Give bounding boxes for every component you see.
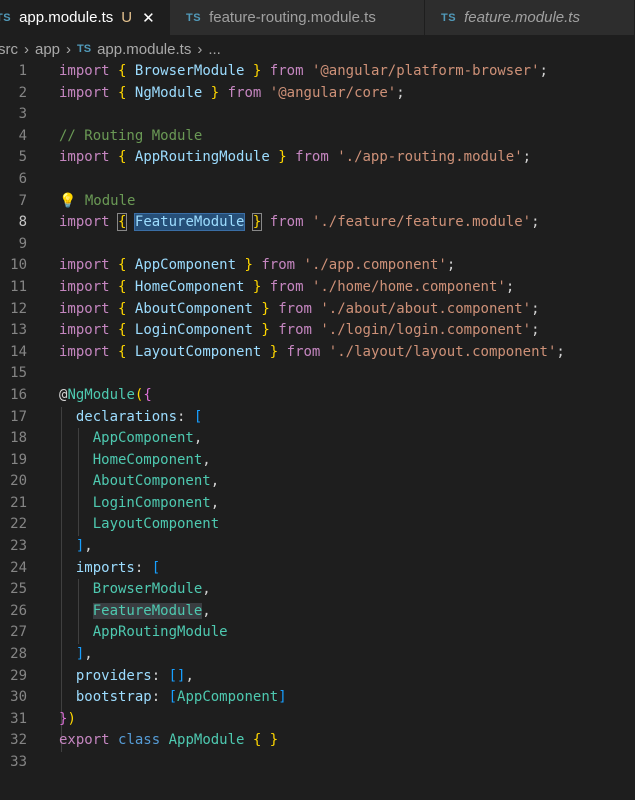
code-line: 4 // Routing Module xyxy=(0,126,635,148)
tab-label: feature.module.ts xyxy=(464,9,580,26)
code-line: 27 AppRoutingModule xyxy=(0,622,635,644)
code-line: 21 LoginComponent, xyxy=(0,493,635,515)
code-line: 23 ], xyxy=(0,536,635,558)
code-line: 15 xyxy=(0,363,635,385)
chevron-right-icon: › xyxy=(66,40,72,58)
line-number: 5 xyxy=(18,149,27,166)
code-line: 16 @NgModule({ xyxy=(0,385,635,407)
tab-feature-module[interactable]: TS feature.module.ts xyxy=(425,0,635,35)
breadcrumb-item-app[interactable]: app xyxy=(35,41,60,58)
line-number: 27 xyxy=(10,624,27,641)
line-number: 30 xyxy=(10,689,27,706)
word-highlight: FeatureModule xyxy=(92,602,203,619)
selected-word: FeatureModule xyxy=(133,213,246,232)
code-line: 6 xyxy=(0,169,635,191)
line-number: 12 xyxy=(10,300,27,317)
code-line: 10 import { AppComponent } from './app.co… xyxy=(0,255,635,277)
line-number: 24 xyxy=(10,559,27,576)
line-number: 15 xyxy=(10,365,27,382)
typescript-file-icon: TS xyxy=(0,11,12,24)
line-number: 26 xyxy=(10,602,27,619)
tab-feature-routing-module[interactable]: TS feature-routing.module.ts xyxy=(170,0,425,35)
chevron-right-icon: › xyxy=(24,40,29,58)
line-number: 21 xyxy=(10,494,27,511)
line-number: 22 xyxy=(10,516,27,533)
typescript-file-icon: TS xyxy=(77,43,92,55)
line-number: 29 xyxy=(10,667,27,684)
line-number: 2 xyxy=(18,84,27,101)
code-line: 28 ], xyxy=(0,644,635,666)
line-number: 8 xyxy=(18,214,27,231)
code-line: 13 import { LoginComponent } from './logi… xyxy=(0,320,635,342)
line-number: 28 xyxy=(10,646,27,663)
code-line: 30 bootstrap: [AppComponent] xyxy=(0,687,635,709)
code-line: 26 FeatureModule, xyxy=(0,601,635,623)
line-number: 4 xyxy=(18,127,27,144)
code-line: 14 import { LayoutComponent } from './lay… xyxy=(0,342,635,364)
line-number: 32 xyxy=(10,732,27,749)
line-number: 19 xyxy=(10,451,27,468)
code-editor[interactable]: 1 import { BrowserModule } from '@angular… xyxy=(0,61,635,774)
line-number: 6 xyxy=(18,170,27,187)
breadcrumb-item-file[interactable]: app.module.ts xyxy=(97,41,191,58)
line-number: 9 xyxy=(18,235,27,252)
untracked-badge: U xyxy=(121,9,133,26)
breadcrumb-item-src[interactable]: src xyxy=(0,41,18,58)
code-line: 3 xyxy=(0,104,635,126)
code-line: 17 declarations: [ xyxy=(0,407,635,429)
code-line: 18 AppComponent, xyxy=(0,428,635,450)
close-icon[interactable]: ✕ xyxy=(142,9,155,27)
code-line: 19 HomeComponent, xyxy=(0,450,635,472)
code-line: 12 import { AboutComponent } from './abou… xyxy=(0,299,635,321)
typescript-file-icon: TS xyxy=(186,11,202,24)
code-line: 25 BrowserModule, xyxy=(0,579,635,601)
code-line: 11 import { HomeComponent } from './home/… xyxy=(0,277,635,299)
line-number: 7 xyxy=(18,192,27,209)
tab-bar: TS app.module.ts U ✕ TS feature-routing.… xyxy=(0,0,635,36)
code-line: 29 providers: [], xyxy=(0,666,635,688)
code-line: 31}) xyxy=(0,709,635,731)
line-number: 23 xyxy=(10,538,27,555)
code-line: 9 xyxy=(0,234,635,256)
line-number: 18 xyxy=(10,430,27,447)
line-number: 10 xyxy=(10,257,27,274)
breadcrumb: src › app › TS app.module.ts › ... xyxy=(0,36,635,62)
code-line: 5 import { AppRoutingModule } from './app… xyxy=(0,147,635,169)
code-line: 2 import { NgModule } from '@angular/core… xyxy=(0,83,635,105)
line-number: 14 xyxy=(10,343,27,360)
code-line: 20 AboutComponent, xyxy=(0,471,635,493)
tab-label: feature-routing.module.ts xyxy=(209,9,376,26)
line-number: 17 xyxy=(10,408,27,425)
code-comment: Module xyxy=(84,192,136,209)
tab-label: app.module.ts xyxy=(19,9,114,26)
code-line: 32 export class AppModule { } xyxy=(0,730,635,752)
code-comment: // Routing Module xyxy=(59,127,203,144)
tab-app-module[interactable]: TS app.module.ts U ✕ xyxy=(0,0,170,35)
code-line: 7 💡 Module xyxy=(0,191,635,213)
line-number: 33 xyxy=(10,754,27,770)
line-number: 16 xyxy=(10,386,27,403)
line-number: 1 xyxy=(18,63,27,79)
line-number: 25 xyxy=(10,581,27,598)
code-line-active: 8 import { FeatureModule } from './featur… xyxy=(0,212,635,234)
chevron-right-icon: › xyxy=(197,40,203,58)
typescript-file-icon: TS xyxy=(441,11,457,24)
code-line: 24 imports: [ xyxy=(0,558,635,580)
line-number: 20 xyxy=(10,473,27,490)
code-line: 22 LayoutComponent xyxy=(0,514,635,536)
code-line: 1 import { BrowserModule } from '@angular… xyxy=(0,61,635,83)
line-number: 31 xyxy=(10,710,27,727)
lightbulb-icon[interactable]: 💡 xyxy=(59,193,76,209)
line-number: 13 xyxy=(10,322,27,339)
line-number: 11 xyxy=(10,278,27,295)
breadcrumb-item-symbols[interactable]: ... xyxy=(208,41,221,58)
code-line: 33 xyxy=(0,752,635,774)
line-number: 3 xyxy=(18,106,27,123)
